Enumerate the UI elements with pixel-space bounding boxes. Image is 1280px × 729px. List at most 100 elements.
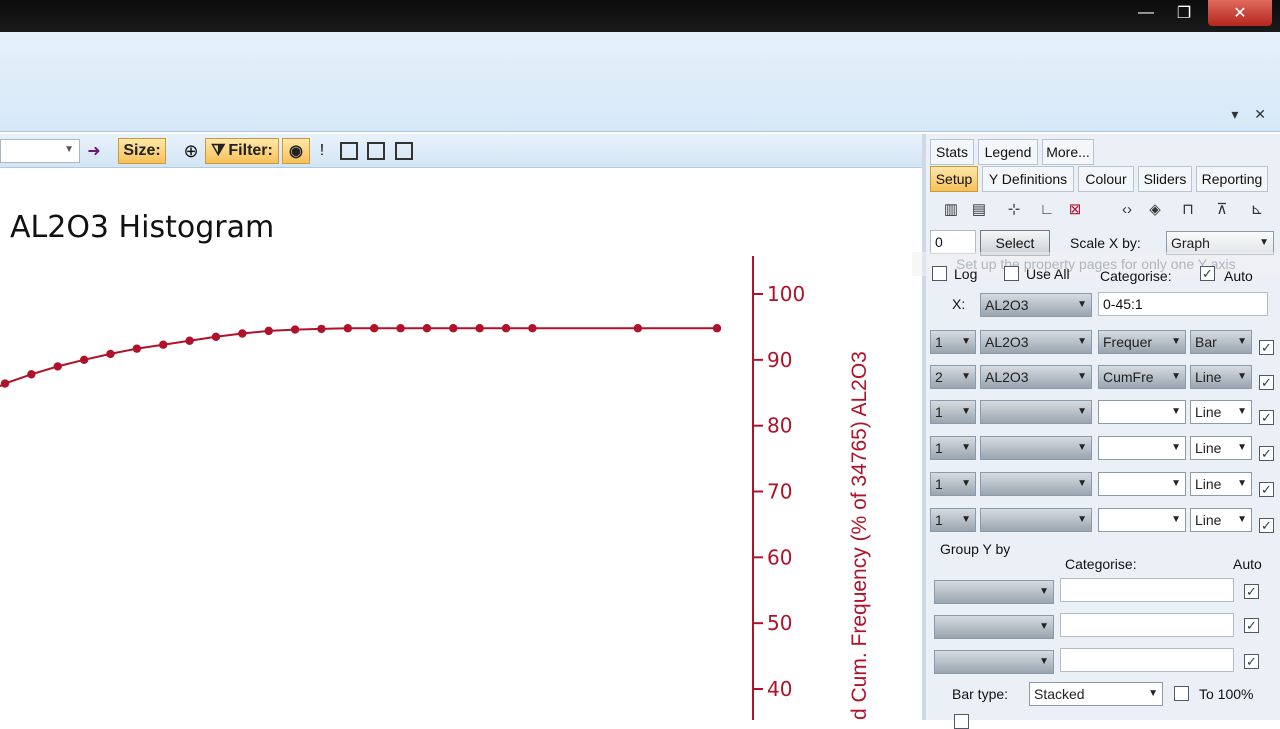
bar-type-label: Bar type: [952, 686, 1009, 702]
type-select[interactable]: Line ▼ [1190, 436, 1252, 460]
type-select[interactable]: Line ▼ [1190, 508, 1252, 532]
code-icon[interactable]: ‹› [1116, 199, 1138, 219]
y2-tick-label: 50 [767, 611, 792, 635]
chevron-down-icon: ▼ [1077, 442, 1087, 453]
stacked-bar-icon[interactable]: ▤ [968, 199, 990, 219]
arrow-right-icon: ➜ [87, 143, 101, 160]
tab-setup[interactable]: Setup [930, 166, 978, 192]
axis-select[interactable]: 1 ▼ [930, 400, 976, 424]
line-chart-icon[interactable]: ⊾ [1246, 199, 1268, 219]
type-select[interactable]: Bar ▼ [1190, 330, 1252, 354]
x-field-select[interactable]: AL2O3 ▼ [980, 293, 1092, 317]
alert-button[interactable]: ! [316, 138, 328, 164]
group-select-1[interactable]: ▼ [934, 580, 1054, 604]
use-all-checkbox[interactable] [1004, 266, 1019, 281]
series-point [132, 344, 142, 353]
square-button-1[interactable] [340, 142, 358, 160]
bar-type-select[interactable]: Stacked ▼ [1029, 682, 1163, 706]
axis-select[interactable]: 1 ▼ [930, 436, 976, 460]
auto2-label: Auto [1233, 556, 1262, 572]
row-visible-checkbox[interactable]: ✓ [1259, 410, 1274, 425]
tab-stats[interactable]: Stats [930, 139, 974, 165]
chevron-down-icon: ▼ [1077, 336, 1087, 347]
axis-select[interactable]: 1 ▼ [930, 330, 976, 354]
ribbon-controls[interactable]: ▾ ✕ [1231, 106, 1272, 123]
row-visible-checkbox[interactable]: ✓ [1259, 340, 1274, 355]
series-point [633, 324, 643, 333]
group-auto-checkbox-3[interactable]: ✓ [1244, 654, 1259, 669]
x-range-field[interactable]: 0-45:1 [1098, 292, 1268, 316]
axis-select[interactable]: 1 ▼ [930, 472, 976, 496]
axis-select[interactable]: 2 ▼ [930, 365, 976, 389]
y2-tick-label: 60 [767, 545, 792, 569]
to100-checkbox[interactable] [1174, 686, 1189, 701]
tab-y-definitions[interactable]: Y Definitions [982, 166, 1074, 192]
square-button-2[interactable] [367, 142, 385, 160]
size-button[interactable]: Size: [118, 138, 166, 164]
group-select-2[interactable]: ▼ [934, 615, 1054, 639]
tab-legend[interactable]: Legend [978, 139, 1038, 165]
restore-icon: ❐ [1176, 5, 1192, 22]
group-select-3[interactable]: ▼ [934, 650, 1054, 674]
auto-checkbox[interactable]: ✓ [1200, 266, 1215, 281]
row-visible-checkbox[interactable]: ✓ [1259, 375, 1274, 390]
chart-plot: 100 90 80 70 60 50 40 [0, 256, 805, 720]
stat-select[interactable]: ▼ [1098, 508, 1186, 532]
type-select[interactable]: Line ▼ [1190, 400, 1252, 424]
field-select[interactable]: ▼ [980, 508, 1092, 532]
log-checkbox[interactable] [932, 266, 947, 281]
row-visible-checkbox[interactable]: ✓ [1259, 518, 1274, 533]
chevron-down-icon: ▼ [1171, 442, 1181, 453]
series-point [264, 326, 273, 336]
close-button[interactable]: ✕ [1208, 0, 1272, 26]
scatter-icon[interactable]: ⊹ [1003, 199, 1025, 219]
stat-select[interactable]: ▼ [1098, 436, 1186, 460]
tab-reporting[interactable]: Reporting [1196, 166, 1268, 192]
group-field-1[interactable] [1060, 578, 1234, 602]
value-field[interactable]: 0 [930, 230, 976, 254]
type-select[interactable]: Line ▼ [1190, 365, 1252, 389]
field-select[interactable]: ▼ [980, 472, 1092, 496]
stat-select[interactable]: Frequer ▼ [1098, 330, 1186, 354]
axis-select[interactable]: 1 ▼ [930, 508, 976, 532]
arrow-button[interactable]: ➜ [84, 138, 104, 164]
minimize-button[interactable]: — [1128, 0, 1164, 26]
y2-tick-label: 90 [767, 348, 792, 372]
group-field-3[interactable] [1060, 648, 1234, 672]
filter-button[interactable]: ⧩ Filter: [205, 138, 279, 164]
delete-chart-icon[interactable]: ⊠ [1064, 199, 1086, 219]
tab-sliders[interactable]: Sliders [1138, 166, 1192, 192]
tab-colour[interactable]: Colour [1078, 166, 1134, 192]
transform-icon[interactable]: ⊼ [1211, 199, 1233, 219]
toolbar-combo[interactable]: ▼ [0, 139, 80, 163]
group-auto-checkbox-1[interactable]: ✓ [1244, 584, 1259, 599]
bar-chart-icon[interactable]: ▥ [940, 199, 962, 219]
series-point [159, 340, 168, 349]
square-button-3[interactable] [395, 142, 413, 160]
stat-select[interactable]: CumFre ▼ [1098, 365, 1186, 389]
series-point [422, 324, 432, 333]
stat-select[interactable]: ▼ [1098, 400, 1186, 424]
field-select[interactable]: AL2O3 ▼ [980, 365, 1092, 389]
restore-button[interactable]: ❐ [1166, 0, 1202, 26]
series-point [712, 324, 722, 333]
group-field-2[interactable] [1060, 613, 1234, 637]
axis-icon[interactable]: ∟ [1036, 199, 1058, 219]
field-select[interactable]: ▼ [980, 400, 1092, 424]
row-visible-checkbox[interactable]: ✓ [1259, 446, 1274, 461]
diamond-icon[interactable]: ◈ [1144, 199, 1166, 219]
chevron-down-icon: ▼ [961, 371, 971, 382]
categorise2-label: Categorise: [1065, 556, 1137, 572]
filter-view-button[interactable]: ◉ [282, 138, 310, 164]
type-select[interactable]: Line ▼ [1190, 472, 1252, 496]
stat-select[interactable]: ▼ [1098, 472, 1186, 496]
field-select[interactable]: ▼ [980, 436, 1092, 460]
steering-icon[interactable]: ⊕ [180, 138, 202, 164]
tab-more[interactable]: More... [1042, 139, 1094, 165]
group-auto-checkbox-2[interactable]: ✓ [1244, 618, 1259, 633]
extra-checkbox[interactable] [954, 714, 969, 729]
series-point [238, 329, 247, 338]
row-visible-checkbox[interactable]: ✓ [1259, 482, 1274, 497]
column-icon[interactable]: ⊓ [1177, 199, 1199, 219]
field-select[interactable]: AL2O3 ▼ [980, 330, 1092, 354]
